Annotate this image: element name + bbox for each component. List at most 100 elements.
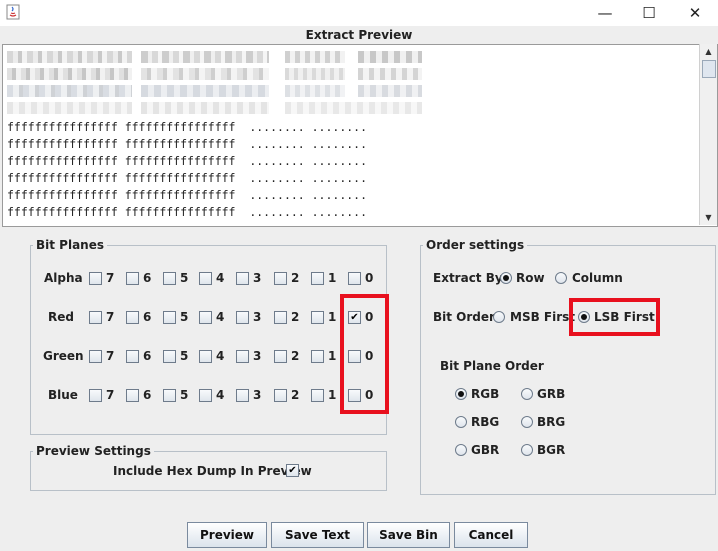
pixelated-text bbox=[285, 85, 345, 97]
maximize-button[interactable]: ☐ bbox=[626, 0, 672, 26]
extract-by-column-radio[interactable] bbox=[555, 272, 567, 284]
row-label-alpha: Alpha bbox=[44, 271, 83, 285]
blue-bit-6-label: 6 bbox=[143, 388, 152, 402]
blue-bit-7-checkbox[interactable] bbox=[89, 389, 102, 402]
blue-bit-6-checkbox[interactable] bbox=[126, 389, 139, 402]
alpha-bit-1-label: 1 bbox=[328, 271, 337, 285]
vertical-scrollbar[interactable]: ▲ ▼ bbox=[699, 44, 717, 225]
alpha-bit-6-checkbox[interactable] bbox=[126, 272, 139, 285]
pixelated-text bbox=[358, 85, 422, 97]
green-bit-5-label: 5 bbox=[180, 349, 189, 363]
blue-bit-5-label: 5 bbox=[180, 388, 189, 402]
window-title: Extract Preview bbox=[305, 28, 413, 42]
scroll-down-icon[interactable]: ▼ bbox=[700, 210, 717, 224]
include-hex-label: Include Hex Dump In Preview bbox=[113, 464, 312, 478]
scroll-up-icon[interactable]: ▲ bbox=[700, 44, 717, 58]
order-grb-radio[interactable] bbox=[521, 388, 533, 400]
blue-bit-4-label: 4 bbox=[216, 388, 225, 402]
red-bit-7-checkbox[interactable] bbox=[89, 311, 102, 324]
msb-first-label[interactable]: MSB First bbox=[510, 310, 575, 324]
red-bit-1-checkbox[interactable] bbox=[311, 311, 324, 324]
order-rgb-label[interactable]: RGB bbox=[471, 387, 499, 401]
bit-order-label: Bit Order bbox=[433, 310, 495, 324]
extract-by-row-radio[interactable] bbox=[500, 272, 512, 284]
blue-bit-1-checkbox[interactable] bbox=[311, 389, 324, 402]
include-hex-checkbox[interactable]: ✔ bbox=[286, 464, 299, 477]
alpha-bit-3-checkbox[interactable] bbox=[236, 272, 249, 285]
red-bit-4-checkbox[interactable] bbox=[199, 311, 212, 324]
close-button[interactable]: ✕ bbox=[672, 0, 718, 26]
green-bit-4-checkbox[interactable] bbox=[199, 350, 212, 363]
red-bit-5-checkbox[interactable] bbox=[163, 311, 176, 324]
highlight-box-bit0 bbox=[340, 294, 389, 414]
green-bit-3-checkbox[interactable] bbox=[236, 350, 249, 363]
maximize-icon: ☐ bbox=[642, 4, 656, 22]
hex-dump-line: ffffffffffffffff ffffffffffffffff ......… bbox=[7, 205, 368, 219]
order-settings-title: Order settings bbox=[423, 238, 528, 252]
green-bit-7-label: 7 bbox=[106, 349, 115, 363]
alpha-bit-6-label: 6 bbox=[143, 271, 152, 285]
pixelated-text bbox=[141, 68, 269, 80]
extract-preview-area[interactable]: ffffffffffffffff ffffffffffffffff ......… bbox=[2, 44, 718, 227]
order-brg-label[interactable]: BRG bbox=[537, 415, 565, 429]
cancel-button[interactable]: Cancel bbox=[454, 522, 528, 548]
pixelated-text bbox=[141, 51, 269, 63]
red-bit-3-checkbox[interactable] bbox=[236, 311, 249, 324]
scroll-thumb[interactable] bbox=[702, 60, 716, 78]
preview-settings-title: Preview Settings bbox=[33, 444, 154, 458]
pixelated-text bbox=[7, 85, 132, 97]
red-bit-7-label: 7 bbox=[106, 310, 115, 324]
blue-bit-5-checkbox[interactable] bbox=[163, 389, 176, 402]
preview-button[interactable]: Preview bbox=[187, 522, 267, 548]
extract-by-row-label[interactable]: Row bbox=[516, 271, 545, 285]
blue-bit-2-checkbox[interactable] bbox=[274, 389, 287, 402]
java-app-icon bbox=[6, 4, 20, 20]
alpha-bit-3-label: 3 bbox=[253, 271, 262, 285]
red-bit-2-checkbox[interactable] bbox=[274, 311, 287, 324]
minimize-button[interactable]: — bbox=[582, 0, 628, 26]
red-bit-3-label: 3 bbox=[253, 310, 262, 324]
alpha-bit-1-checkbox[interactable] bbox=[311, 272, 324, 285]
bit-planes-title: Bit Planes bbox=[33, 238, 108, 252]
blue-bit-3-label: 3 bbox=[253, 388, 262, 402]
green-bit-6-checkbox[interactable] bbox=[126, 350, 139, 363]
alpha-bit-2-label: 2 bbox=[291, 271, 300, 285]
order-rbg-radio[interactable] bbox=[455, 416, 467, 428]
alpha-bit-2-checkbox[interactable] bbox=[274, 272, 287, 285]
green-bit-1-checkbox[interactable] bbox=[311, 350, 324, 363]
order-grb-label[interactable]: GRB bbox=[537, 387, 565, 401]
order-rbg-label[interactable]: RBG bbox=[471, 415, 499, 429]
msb-first-radio[interactable] bbox=[493, 311, 505, 323]
alpha-bit-4-checkbox[interactable] bbox=[199, 272, 212, 285]
minimize-icon: — bbox=[597, 4, 613, 22]
green-bit-6-label: 6 bbox=[143, 349, 152, 363]
blue-bit-4-checkbox[interactable] bbox=[199, 389, 212, 402]
pixelated-text bbox=[285, 102, 422, 114]
extract-by-column-label[interactable]: Column bbox=[572, 271, 623, 285]
green-bit-5-checkbox[interactable] bbox=[163, 350, 176, 363]
order-rgb-radio[interactable] bbox=[455, 388, 467, 400]
save-text-button[interactable]: Save Text bbox=[271, 522, 364, 548]
order-gbr-radio[interactable] bbox=[455, 444, 467, 456]
extract-by-label: Extract By bbox=[433, 271, 503, 285]
row-label-red: Red bbox=[48, 310, 74, 324]
blue-bit-3-checkbox[interactable] bbox=[236, 389, 249, 402]
hex-dump-line: ffffffffffffffff ffffffffffffffff ......… bbox=[7, 137, 368, 151]
green-bit-7-checkbox[interactable] bbox=[89, 350, 102, 363]
alpha-bit-7-checkbox[interactable] bbox=[89, 272, 102, 285]
save-bin-button[interactable]: Save Bin bbox=[367, 522, 450, 548]
red-bit-5-label: 5 bbox=[180, 310, 189, 324]
order-gbr-label[interactable]: GBR bbox=[471, 443, 499, 457]
red-bit-6-label: 6 bbox=[143, 310, 152, 324]
red-bit-6-checkbox[interactable] bbox=[126, 311, 139, 324]
order-bgr-label[interactable]: BGR bbox=[537, 443, 565, 457]
order-brg-radio[interactable] bbox=[521, 416, 533, 428]
order-bgr-radio[interactable] bbox=[521, 444, 533, 456]
hex-dump-line: ffffffffffffffff ffffffffffffffff ......… bbox=[7, 171, 368, 185]
highlight-box-lsb bbox=[569, 298, 660, 336]
blue-bit-7-label: 7 bbox=[106, 388, 115, 402]
green-bit-2-checkbox[interactable] bbox=[274, 350, 287, 363]
alpha-bit-5-label: 5 bbox=[180, 271, 189, 285]
alpha-bit-5-checkbox[interactable] bbox=[163, 272, 176, 285]
alpha-bit-0-checkbox[interactable] bbox=[348, 272, 361, 285]
